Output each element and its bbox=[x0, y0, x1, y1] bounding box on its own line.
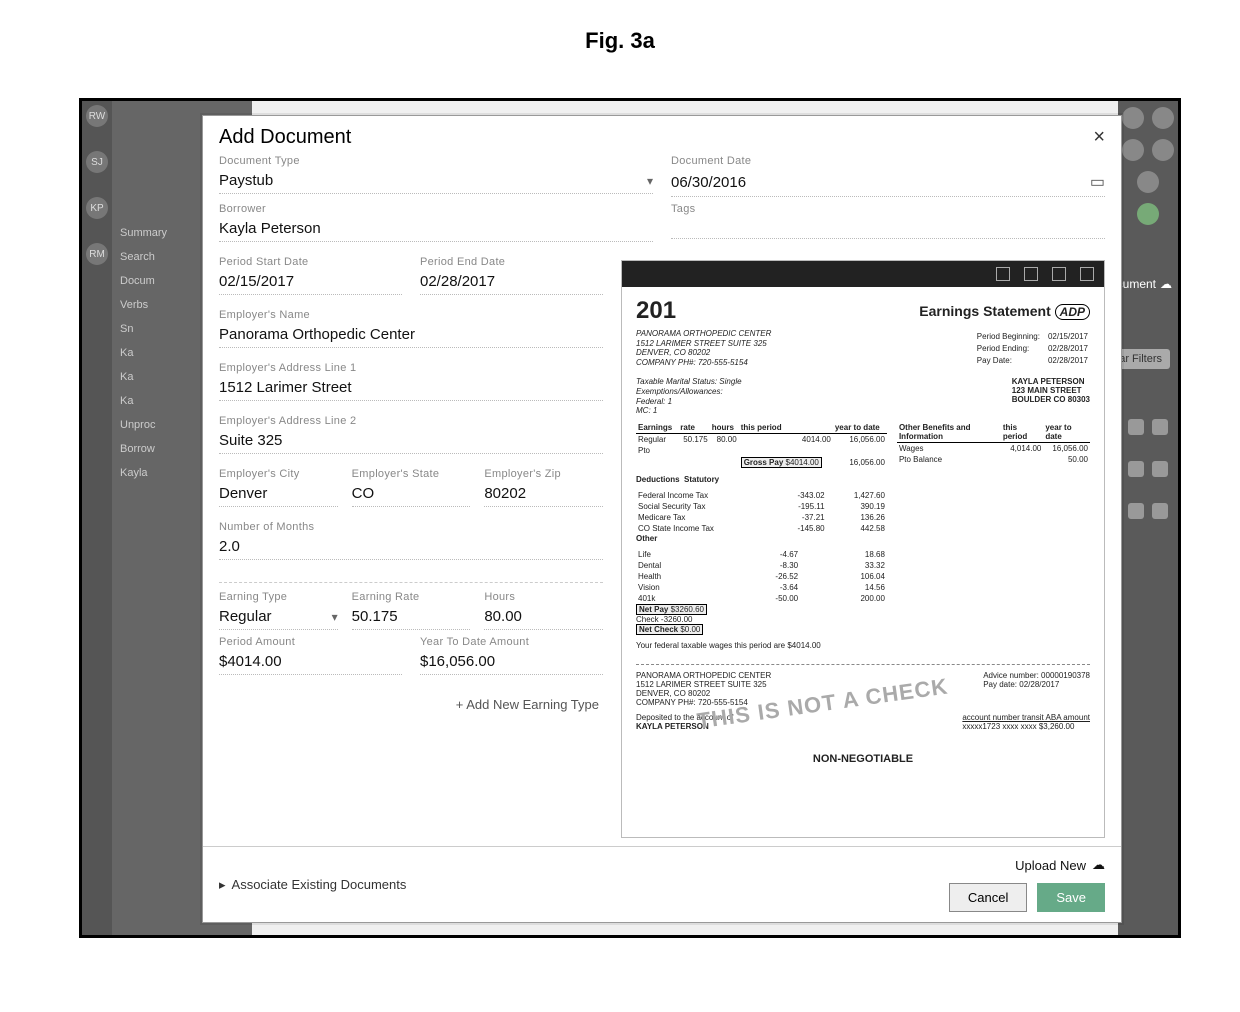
eye-icon[interactable] bbox=[1152, 503, 1168, 519]
avatar-badge[interactable]: KP bbox=[86, 197, 108, 219]
pencil-icon[interactable] bbox=[1128, 419, 1144, 435]
employer-zip-input[interactable]: 80202 bbox=[484, 482, 603, 507]
associate-documents-button[interactable]: ▸ Associate Existing Documents bbox=[219, 877, 406, 893]
document-type-field: Document Type Paystub bbox=[219, 155, 653, 197]
avatar-badge[interactable]: RM bbox=[86, 243, 108, 265]
label: Document Type bbox=[219, 155, 653, 167]
period-block: Period Beginning:02/15/2017 Period Endin… bbox=[975, 329, 1090, 367]
document-preview-panel: 201 Earnings Statement ADP PANORAMA ORTH… bbox=[621, 256, 1105, 838]
strip-icon[interactable] bbox=[1122, 139, 1144, 161]
form-panel: Period Start Date02/15/2017 Period End D… bbox=[219, 256, 609, 838]
payee-block: KAYLA PETERSON 123 MAIN STREET BOULDER C… bbox=[1012, 377, 1090, 415]
earning-type-select[interactable]: Regular bbox=[219, 605, 338, 630]
refresh-icon[interactable] bbox=[996, 267, 1010, 281]
earnings-table: Earningsratehoursthis periodyear to date… bbox=[636, 422, 887, 469]
earning-rate-input[interactable]: 50.175 bbox=[352, 605, 471, 630]
pencil-icon[interactable] bbox=[1128, 503, 1144, 519]
document-type-select[interactable]: Paystub bbox=[219, 169, 653, 194]
add-earning-type-button[interactable]: Add New Earning Type bbox=[219, 689, 603, 720]
eye-icon[interactable] bbox=[1152, 419, 1168, 435]
avatar-badge[interactable]: RW bbox=[86, 105, 108, 127]
callout-201: 201 bbox=[636, 297, 676, 325]
check-stub: PANORAMA ORTHOPEDIC CENTER 1512 LARIMER … bbox=[636, 664, 1090, 765]
viewer-toolbar bbox=[622, 261, 1104, 287]
close-button[interactable]: × bbox=[1093, 126, 1105, 149]
employer-state-input[interactable]: CO bbox=[352, 482, 471, 507]
gear-icon[interactable] bbox=[1137, 203, 1159, 225]
num-months-input[interactable]: 2.0 bbox=[219, 535, 603, 560]
employer-block: PANORAMA ORTHOPEDIC CENTER 1512 LARIMER … bbox=[636, 329, 771, 367]
employer-city-input[interactable]: Denver bbox=[219, 482, 338, 507]
avatar-badge[interactable]: SJ bbox=[86, 151, 108, 173]
employer-addr2-input[interactable]: Suite 325 bbox=[219, 429, 603, 454]
app-window: RW SJ KP RM Summary Search Docum Verbs S… bbox=[79, 98, 1181, 938]
document-date-field: Document Date 06/30/2016▭ bbox=[671, 155, 1105, 197]
print-icon[interactable] bbox=[1052, 267, 1066, 281]
document-viewer: 201 Earnings Statement ADP PANORAMA ORTH… bbox=[621, 260, 1105, 838]
label: Borrower bbox=[219, 203, 653, 215]
adp-logo: ADP bbox=[1055, 304, 1090, 320]
tax-status: Taxable Marital Status: Single Exemption… bbox=[636, 377, 742, 415]
statutory-table: Federal Income Tax-343.021,427.60 Social… bbox=[636, 490, 887, 534]
download-icon[interactable] bbox=[1024, 267, 1038, 281]
figure-label: Fig. 3a bbox=[0, 28, 1240, 54]
modal-title: Add Document bbox=[219, 126, 351, 149]
row-actions bbox=[1128, 419, 1168, 519]
period-end-input[interactable]: 02/28/2017 bbox=[420, 270, 603, 295]
strip-icon[interactable] bbox=[1152, 139, 1174, 161]
save-button[interactable]: Save bbox=[1037, 883, 1105, 912]
calendar-icon[interactable]: ▭ bbox=[1090, 172, 1105, 192]
left-avatar-bar: RW SJ KP RM bbox=[82, 101, 112, 935]
borrower-field: Borrower Kayla Peterson bbox=[219, 203, 653, 242]
cancel-button[interactable]: Cancel bbox=[949, 883, 1027, 912]
cloud-upload-icon: ☁ bbox=[1092, 857, 1105, 873]
taxable-wages-note: Your federal taxable wages this period a… bbox=[636, 641, 887, 650]
upload-new-button[interactable]: Upload New ☁ bbox=[1015, 857, 1105, 873]
ytd-amount-input[interactable]: $16,056.00 bbox=[420, 650, 603, 675]
benefits-table: Other Benefits and Informationthis perio… bbox=[897, 422, 1090, 465]
document-date-input[interactable]: 06/30/2016▭ bbox=[671, 169, 1105, 197]
tags-field: Tags bbox=[671, 203, 1105, 242]
hours-input[interactable]: 80.00 bbox=[484, 605, 603, 630]
eye-icon[interactable] bbox=[1152, 461, 1168, 477]
strip-icon[interactable] bbox=[1137, 171, 1159, 193]
pencil-icon[interactable] bbox=[1128, 461, 1144, 477]
employer-name-input[interactable]: Panorama Orthopedic Center bbox=[219, 323, 603, 348]
add-document-modal: Add Document × Document Type Paystub Doc… bbox=[202, 115, 1122, 923]
borrower-input[interactable]: Kayla Peterson bbox=[219, 217, 653, 242]
modal-footer: ▸ Associate Existing Documents Upload Ne… bbox=[203, 846, 1121, 922]
employer-addr1-input[interactable]: 1512 Larimer Street bbox=[219, 376, 603, 401]
cloud-upload-icon: ☁ bbox=[1160, 277, 1172, 291]
document-page: 201 Earnings Statement ADP PANORAMA ORTH… bbox=[622, 287, 1104, 837]
tags-input[interactable] bbox=[671, 217, 1105, 239]
other-deductions-table: Life-4.6718.68 Dental-8.3033.32 Health-2… bbox=[636, 549, 887, 604]
strip-icon[interactable] bbox=[1152, 107, 1174, 129]
strip-icon[interactable] bbox=[1122, 107, 1144, 129]
period-start-input[interactable]: 02/15/2017 bbox=[219, 270, 402, 295]
label: Document Date bbox=[671, 155, 1105, 167]
non-negotiable-label: NON-NEGOTIABLE bbox=[636, 753, 1090, 765]
fullscreen-icon[interactable] bbox=[1080, 267, 1094, 281]
label: Tags bbox=[671, 203, 1105, 215]
period-amount-input[interactable]: $4014.00 bbox=[219, 650, 402, 675]
